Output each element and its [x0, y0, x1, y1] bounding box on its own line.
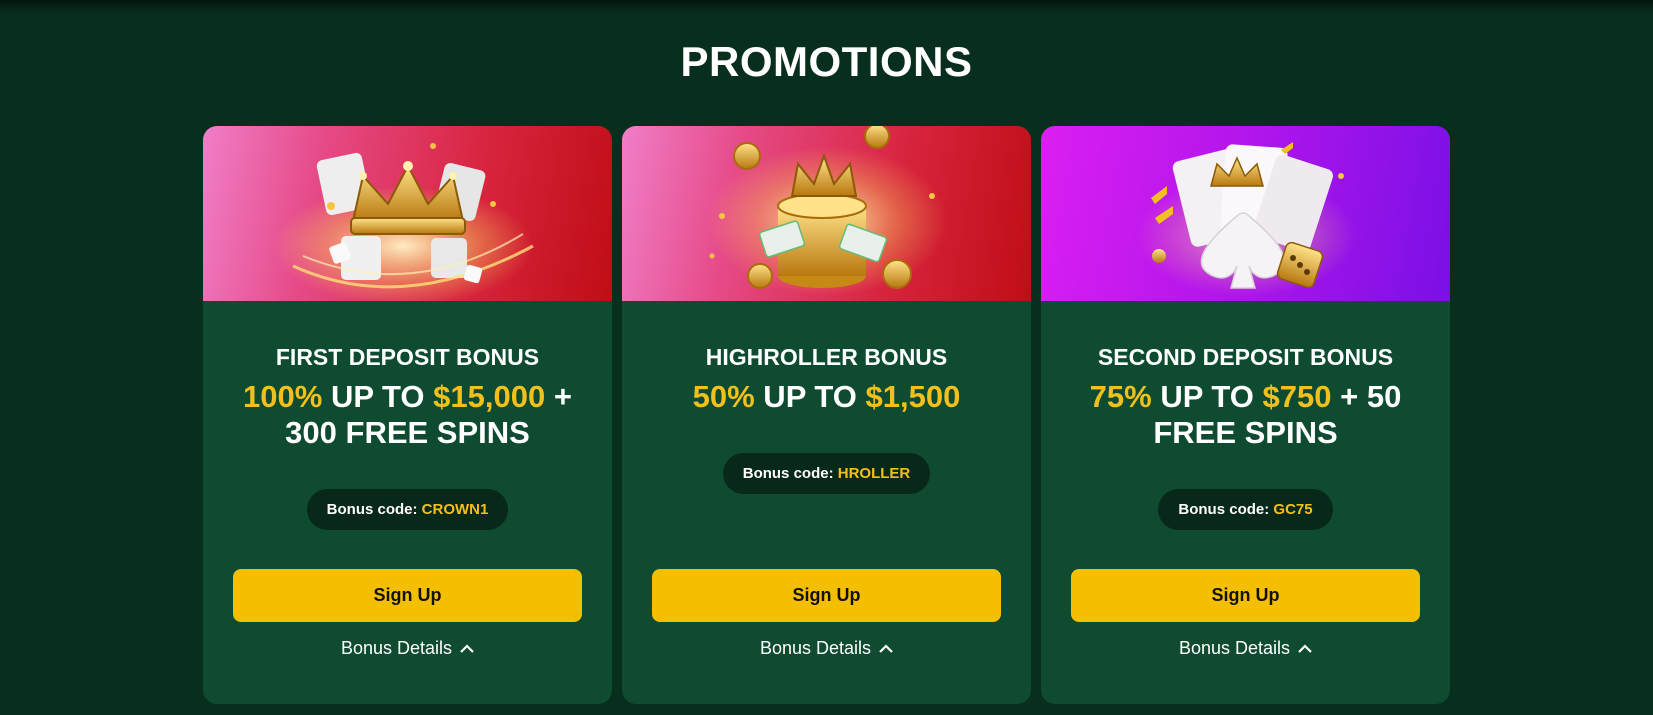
sign-up-button[interactable]: Sign Up [652, 569, 1001, 622]
promo-title: FIRST DEPOSIT BONUS [275, 344, 540, 370]
offer-percent: 100% [243, 379, 323, 414]
promo-offer: 100% UP TO $15,000 + 300 FREE SPINS [233, 379, 582, 451]
promo-card-body: SECOND DEPOSIT BONUS 75% UP TO $750 + 50… [1041, 343, 1450, 530]
bonus-details-toggle[interactable]: Bonus Details [203, 638, 612, 659]
promo-card: SECOND DEPOSIT BONUS 75% UP TO $750 + 50… [1041, 126, 1450, 704]
chevron-up-icon [460, 637, 474, 658]
bonus-details-label: Bonus Details [759, 638, 872, 658]
offer-text: UP TO [1151, 379, 1263, 414]
bonus-code-value: CROWN1 [421, 501, 489, 518]
bonus-code-value: GC75 [1273, 501, 1313, 518]
cards-spade-dice-illustration [1136, 142, 1356, 296]
offer-text: UP TO [322, 379, 434, 414]
bonus-details-label: Bonus Details [340, 638, 453, 658]
sign-up-button[interactable]: Sign Up [1071, 569, 1420, 622]
crown-coins-cash-illustration [707, 126, 947, 296]
chevron-up-icon [879, 637, 893, 658]
promo-card-body: HIGHROLLER BONUS 50% UP TO $1,500 Bonus … [622, 343, 1031, 494]
sign-up-button[interactable]: Sign Up [233, 569, 582, 622]
promo-card: FIRST DEPOSIT BONUS 100% UP TO $15,000 +… [203, 126, 612, 704]
top-shade [0, 0, 1653, 14]
offer-amount: $1,500 [865, 379, 961, 414]
promo-card: HIGHROLLER BONUS 50% UP TO $1,500 Bonus … [622, 126, 1031, 704]
promo-title: HIGHROLLER BONUS [705, 344, 948, 370]
promo-card-body: FIRST DEPOSIT BONUS 100% UP TO $15,000 +… [203, 343, 612, 530]
page-title: PROMOTIONS [680, 38, 973, 85]
chevron-up-icon [1298, 637, 1312, 658]
crown-gifts-dice-illustration [273, 143, 534, 301]
bonus-code-badge: Bonus code: GC75 [1158, 489, 1333, 530]
promotions-grid: FIRST DEPOSIT BONUS 100% UP TO $15,000 +… [203, 126, 1450, 704]
offer-amount: $750 [1262, 379, 1332, 414]
promo-offer: 50% UP TO $1,500 [652, 379, 1001, 415]
bonus-details-toggle[interactable]: Bonus Details [622, 638, 1031, 659]
offer-percent: 50% [692, 379, 755, 414]
bonus-details-label: Bonus Details [1178, 638, 1291, 658]
bonus-code-value: HROLLER [837, 465, 911, 482]
promo-banner-image [203, 126, 612, 301]
offer-text: UP TO [754, 379, 866, 414]
promo-banner-image [622, 126, 1031, 301]
promo-offer: 75% UP TO $750 + 50 FREE SPINS [1071, 379, 1420, 451]
offer-amount: $15,000 [433, 379, 546, 414]
bonus-code-label: Bonus code: [326, 501, 422, 518]
bonus-code-badge: Bonus code: HROLLER [722, 453, 931, 494]
promo-banner-image [1041, 126, 1450, 301]
bonus-code-badge: Bonus code: CROWN1 [306, 489, 509, 530]
bonus-code-label: Bonus code: [742, 465, 838, 482]
promo-title: SECOND DEPOSIT BONUS [1097, 344, 1394, 370]
offer-percent: 75% [1089, 379, 1152, 414]
bonus-details-toggle[interactable]: Bonus Details [1041, 638, 1450, 659]
bonus-code-label: Bonus code: [1178, 501, 1274, 518]
